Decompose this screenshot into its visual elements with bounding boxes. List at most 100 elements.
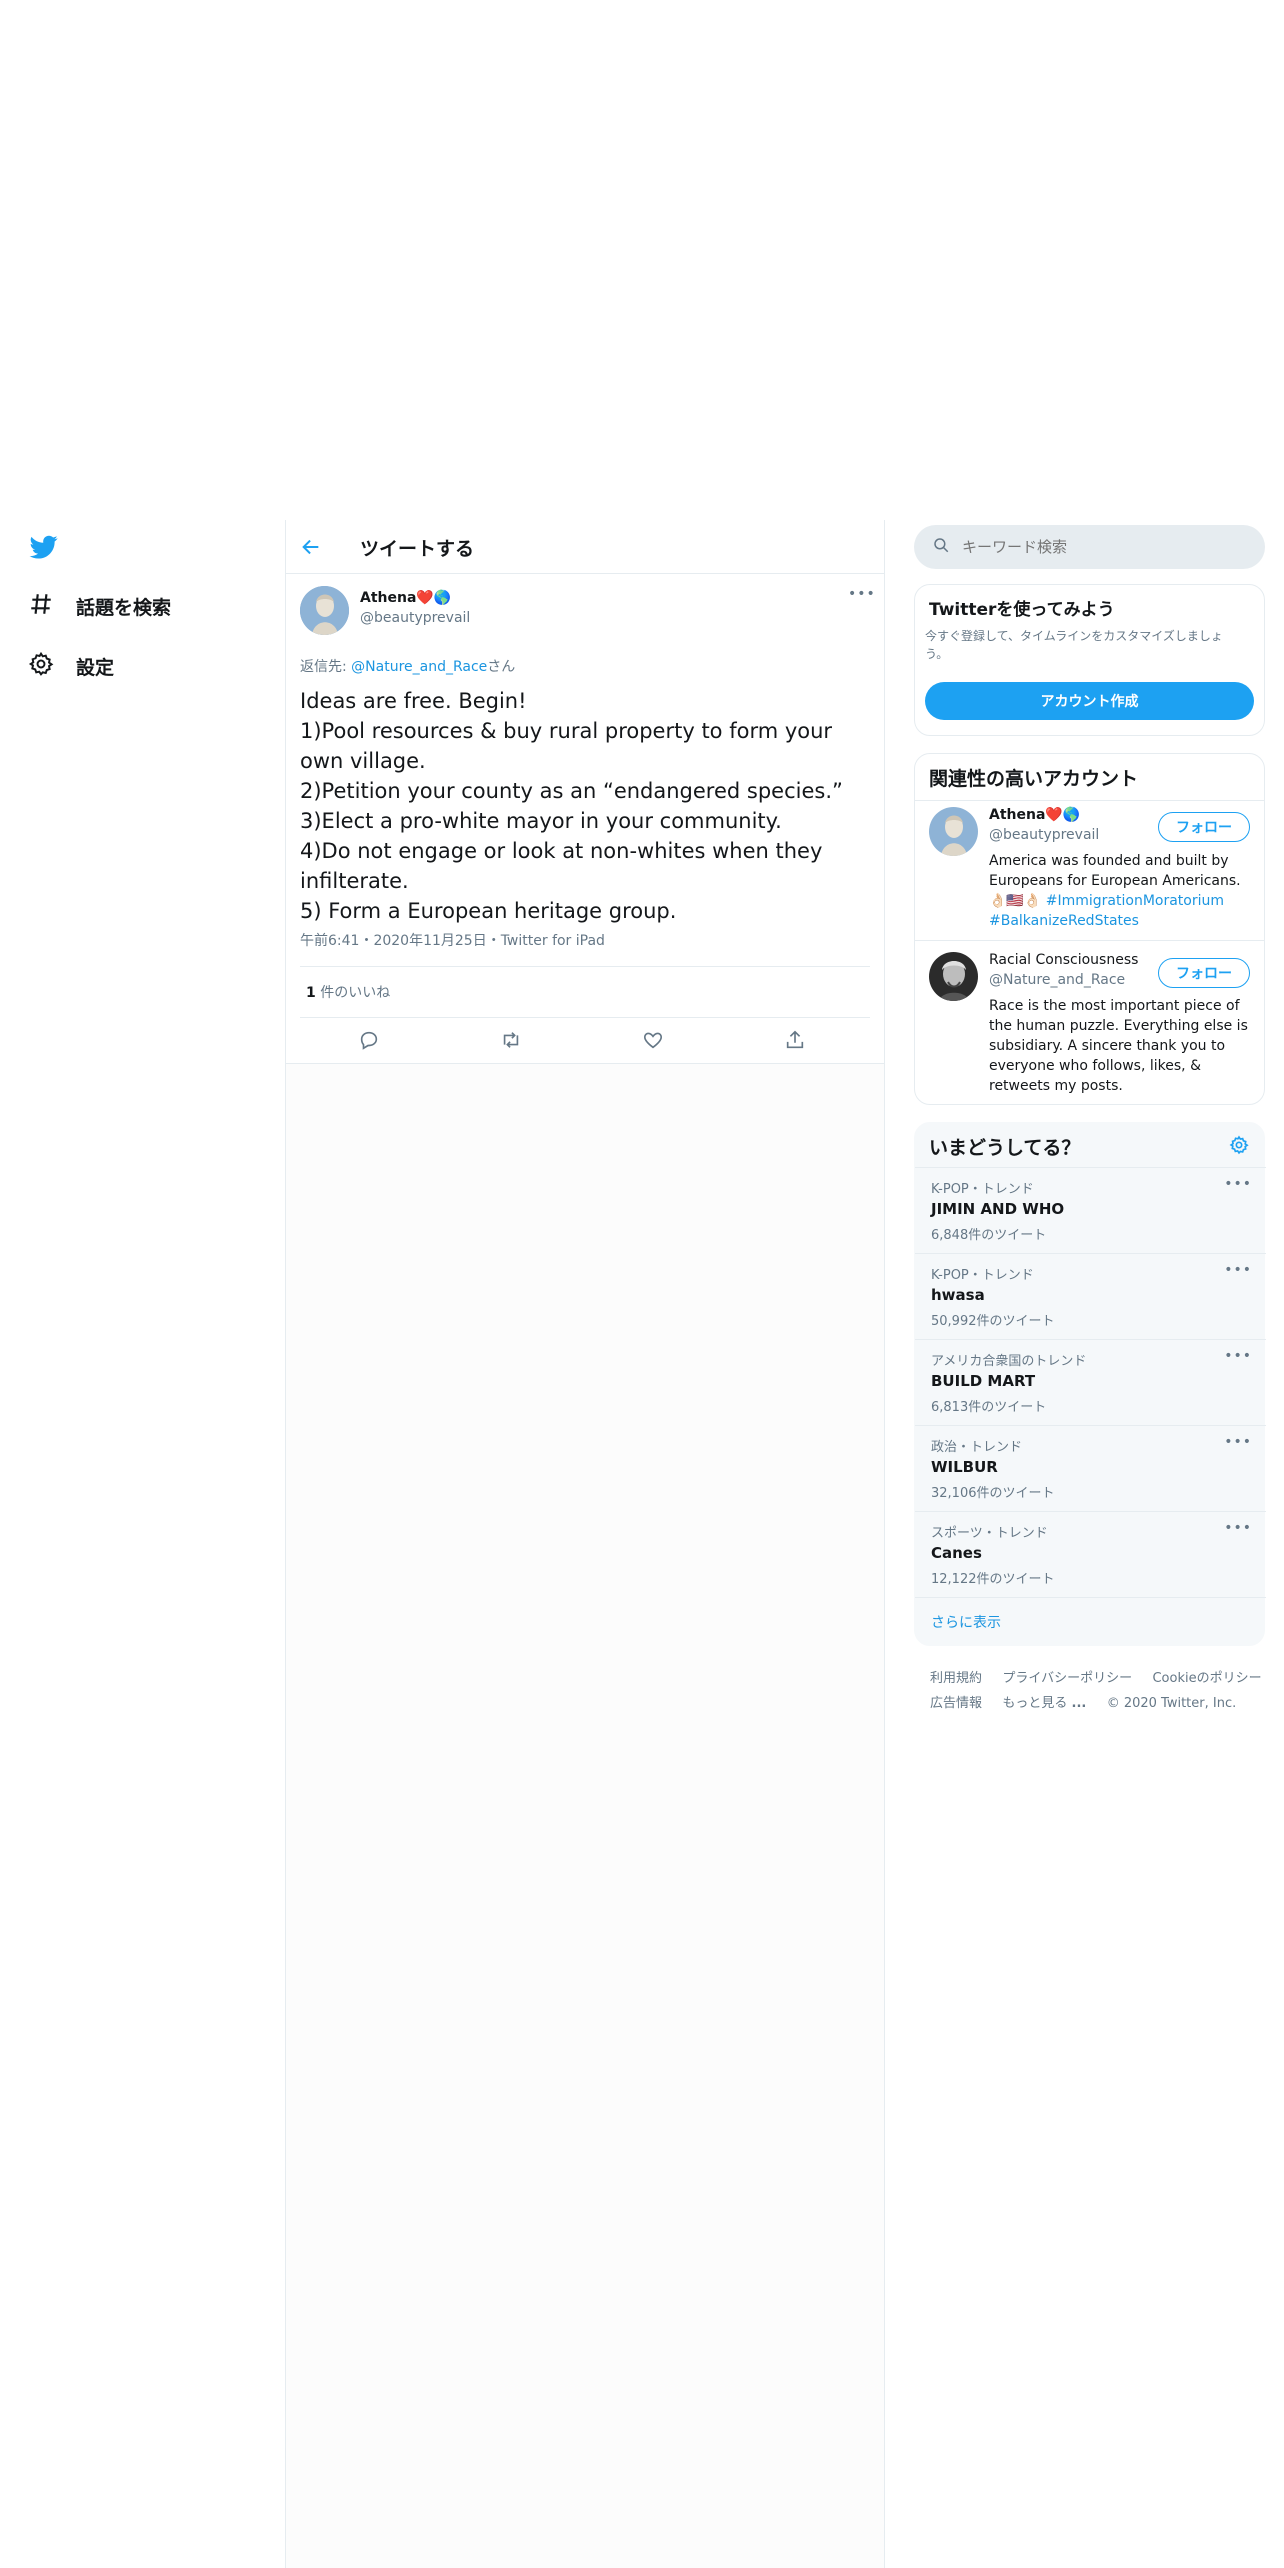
search-box[interactable]	[914, 525, 1265, 569]
trend-name: Canes	[931, 1544, 982, 1562]
search-icon	[932, 536, 950, 558]
column-header: ツイートする	[286, 520, 884, 574]
main-column: ツイートする Athena❤️🌎 @beautyprevail ••• 返信先:…	[285, 520, 885, 2568]
reply-prefix: 返信先:	[300, 659, 352, 675]
account-bio: Race is the most important piece of the …	[989, 996, 1254, 1096]
account-name[interactable]: Athena❤️🌎	[989, 807, 1080, 823]
bio-line: Race is the most important piece of	[989, 998, 1240, 1014]
bio-line: Europeans for European Americans.	[989, 873, 1241, 889]
copyright: © 2020 Twitter, Inc.	[1106, 1696, 1237, 1711]
retweet-icon[interactable]	[500, 1029, 522, 1055]
nav-explore[interactable]: 話題を検索	[28, 591, 171, 621]
trends-settings-icon[interactable]	[1229, 1135, 1249, 1159]
trend-item[interactable]: 政治・トレンド WILBUR 32,106件のツイート •••	[915, 1425, 1266, 1511]
avatar[interactable]	[929, 952, 978, 1001]
tweet-line: 4)Do not engage or look at non-whites wh…	[300, 839, 823, 863]
follow-button[interactable]: フォロー	[1158, 958, 1250, 988]
trend-category: K-POP・トレンド	[931, 1268, 1034, 1283]
more-dots: ...	[1071, 1696, 1087, 1711]
more-options-icon[interactable]: •••	[1224, 1176, 1252, 1192]
more-options-icon[interactable]: •••	[1224, 1520, 1252, 1536]
reply-context: 返信先: @Nature_and_Raceさん	[300, 656, 515, 676]
reply-to-link[interactable]: @Nature_and_Race	[351, 659, 487, 675]
trend-name: WILBUR	[931, 1458, 998, 1476]
hashtag-link[interactable]: #BalkanizeRedStates	[989, 913, 1139, 929]
more-options-icon[interactable]: •••	[1224, 1262, 1252, 1278]
trend-name: JIMIN AND WHO	[931, 1200, 1065, 1218]
divider	[300, 1017, 870, 1018]
trend-count: 6,848件のツイート	[931, 1228, 1047, 1243]
likes-number: 1	[306, 985, 316, 1001]
trend-count: 6,813件のツイート	[931, 1400, 1047, 1415]
tweet-timestamp[interactable]: 午前6:41・2020年11月25日・Twitter for iPad	[300, 930, 605, 950]
privacy-link[interactable]: プライバシーポリシー	[1002, 1671, 1132, 1686]
back-arrow-icon[interactable]	[300, 536, 322, 562]
likes-count[interactable]: 1 件のいいね	[306, 982, 390, 1002]
more-options-icon[interactable]: •••	[848, 586, 876, 602]
bio-emoji: 👌🏻🇺🇸👌🏻	[989, 893, 1042, 909]
trend-count: 50,992件のツイート	[931, 1314, 1055, 1329]
ads-info-link[interactable]: 広告情報	[930, 1696, 982, 1711]
trend-count: 12,122件のツイート	[931, 1572, 1055, 1587]
avatar[interactable]	[300, 586, 349, 635]
show-more-link[interactable]: さらに表示	[931, 1612, 1001, 1632]
hashtag-link[interactable]: #ImmigrationMoratorium	[1046, 893, 1224, 909]
bio-line: the human puzzle. Everything else is	[989, 1018, 1248, 1034]
trend-category: スポーツ・トレンド	[931, 1526, 1048, 1541]
trend-category: K-POP・トレンド	[931, 1182, 1034, 1197]
create-account-label: アカウント作成	[1040, 694, 1139, 710]
trend-item[interactable]: K-POP・トレンド JIMIN AND WHO 6,848件のツイート •••	[915, 1167, 1266, 1253]
trend-category: 政治・トレンド	[931, 1440, 1023, 1455]
tweet-line: own village.	[300, 749, 426, 773]
trend-item[interactable]: K-POP・トレンド hwasa 50,992件のツイート •••	[915, 1253, 1266, 1339]
account-handle[interactable]: @Nature_and_Race	[989, 972, 1125, 988]
author-handle[interactable]: @beautyprevail	[360, 610, 470, 626]
follow-label: フォロー	[1176, 966, 1232, 982]
account-handle[interactable]: @beautyprevail	[989, 827, 1099, 843]
author-name[interactable]: Athena❤️🌎	[360, 590, 451, 606]
account-name[interactable]: Racial Consciousness	[989, 952, 1138, 968]
avatar[interactable]	[929, 807, 978, 856]
gear-icon	[28, 651, 54, 681]
like-icon[interactable]	[642, 1029, 664, 1055]
twitter-logo-icon[interactable]	[28, 533, 60, 561]
signup-desc-line: う。	[925, 647, 949, 661]
divider	[915, 1597, 1266, 1598]
footer-links: 利用規約 プライバシーポリシー Cookieのポリシー 広告情報 もっと見る .…	[930, 1665, 1265, 1715]
divider	[915, 800, 1264, 801]
more-link[interactable]: もっと見る ...	[1002, 1696, 1086, 1711]
relevant-title: 関連性の高いアカウント	[929, 768, 1139, 790]
trend-item[interactable]: スポーツ・トレンド Canes 12,122件のツイート •••	[915, 1511, 1266, 1597]
tweet-text: Ideas are free. Begin! 1)Pool resources …	[300, 686, 880, 926]
signup-card: Twitterを使ってみよう 今すぐ登録して、タイムラインをカスタマイズしましょ…	[914, 584, 1265, 736]
more-options-icon[interactable]: •••	[1224, 1348, 1252, 1364]
search-input[interactable]	[962, 538, 1242, 556]
cookie-link[interactable]: Cookieのポリシー	[1152, 1671, 1261, 1686]
relevant-accounts-card: 関連性の高いアカウント Athena❤️🌎 @beautyprevail フォロ…	[914, 753, 1265, 1105]
signup-desc-line: 今すぐ登録して、タイムラインをカスタマイズしましょ	[925, 629, 1223, 643]
bio-line: America was founded and built by	[989, 853, 1229, 869]
terms-link[interactable]: 利用規約	[930, 1671, 982, 1686]
bio-line: retweets my posts.	[989, 1078, 1123, 1094]
footer-row: 広告情報 もっと見る ... © 2020 Twitter, Inc.	[930, 1690, 1265, 1715]
trend-category: アメリカ合衆国のトレンド	[931, 1354, 1087, 1369]
reply-suffix: さん	[487, 659, 516, 675]
nav-explore-label: 話題を検索	[76, 596, 172, 619]
trend-item[interactable]: アメリカ合衆国のトレンド BUILD MART 6,813件のツイート •••	[915, 1339, 1266, 1425]
nav-settings-label: 設定	[76, 656, 115, 679]
share-icon[interactable]	[784, 1029, 806, 1055]
trends-card: いまどうしてる？ K-POP・トレンド JIMIN AND WHO 6,848件…	[914, 1122, 1266, 1646]
reply-icon[interactable]	[358, 1029, 380, 1055]
more-options-icon[interactable]: •••	[1224, 1434, 1252, 1450]
nav-settings[interactable]: 設定	[28, 651, 114, 681]
footer-row: 利用規約 プライバシーポリシー Cookieのポリシー	[930, 1665, 1265, 1690]
trend-name: BUILD MART	[931, 1372, 1036, 1390]
bio-line: subsidiary. A sincere thank you to	[989, 1038, 1226, 1054]
bio-line: #BalkanizeRedStates	[989, 911, 1254, 931]
divider	[915, 940, 1264, 941]
trends-title: いまどうしてる？	[929, 1137, 1081, 1159]
create-account-button[interactable]: アカウント作成	[925, 682, 1254, 720]
tweet-line: infilterate.	[300, 869, 409, 893]
bio-line: 👌🏻🇺🇸👌🏻 #ImmigrationMoratorium	[989, 891, 1254, 911]
follow-button[interactable]: フォロー	[1158, 812, 1250, 842]
